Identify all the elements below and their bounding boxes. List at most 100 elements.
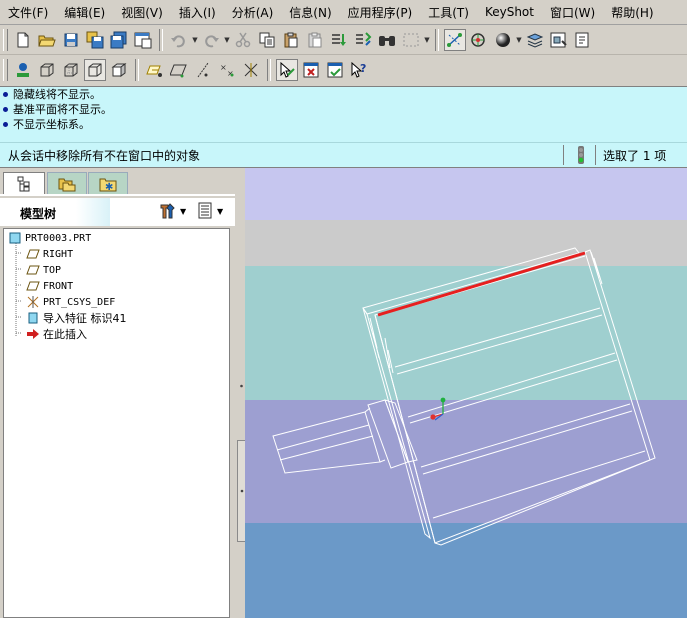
repaint-icon[interactable]: [12, 59, 34, 81]
status-bar: 从会话中移除所有不在窗口中的对象 选取了 1 项: [0, 142, 687, 168]
select-dropdown-icon[interactable]: ▼: [423, 29, 431, 51]
message-line: 基准平面将不显示。: [0, 102, 687, 117]
hidden-line-cube-icon[interactable]: [60, 59, 82, 81]
layers-icon[interactable]: [524, 29, 546, 51]
insert-arrow-icon: [26, 327, 40, 341]
spin-center-icon[interactable]: [468, 29, 490, 51]
datum-axes-icon[interactable]: [168, 59, 190, 81]
svg-text:×: ×: [220, 63, 227, 72]
menu-analysis[interactable]: 分析(A): [224, 4, 282, 21]
paste-special-icon[interactable]: [304, 29, 326, 51]
shading-dropdown-icon[interactable]: ▼: [515, 29, 523, 51]
model-tree: PRT0003.PRT RIGHT TOP FRONT PRT_CSYS_DEF…: [3, 228, 230, 618]
menu-keyshot[interactable]: KeyShot: [477, 5, 542, 19]
tree-item-csys[interactable]: PRT_CSYS_DEF: [26, 294, 115, 310]
bullet-icon: [3, 92, 8, 97]
paste-icon[interactable]: [280, 29, 302, 51]
toolbar-main: ▼ ▼ ▼ ▼: [0, 25, 687, 55]
message-text: 不显示坐标系。: [13, 118, 90, 131]
accept-window-icon[interactable]: [324, 59, 346, 81]
redo-icon[interactable]: [200, 29, 222, 51]
tree-item-insert-here[interactable]: 在此插入: [26, 326, 87, 342]
tab-model-tree[interactable]: [3, 172, 45, 195]
context-help-icon[interactable]: ?: [348, 59, 370, 81]
toolbar-grip[interactable]: [3, 28, 8, 51]
menu-insert[interactable]: 插入(I): [171, 4, 224, 21]
panel-splitter[interactable]: [235, 168, 245, 618]
menu-help[interactable]: 帮助(H): [603, 4, 661, 21]
chevron-down-icon: ▼: [217, 206, 224, 216]
select-box-icon[interactable]: [400, 29, 422, 51]
close-window-icon[interactable]: [300, 59, 322, 81]
tools-icon: [160, 203, 175, 219]
part-icon: [8, 231, 22, 245]
svg-text:✱: ✱: [105, 182, 113, 192]
menu-edit[interactable]: 编辑(E): [56, 4, 113, 21]
tree-item-front[interactable]: FRONT: [26, 278, 73, 294]
save-copy-icon[interactable]: [84, 29, 106, 51]
regen-manager-icon[interactable]: [352, 29, 374, 51]
wireframe-cube-icon[interactable]: [36, 59, 58, 81]
selection-count[interactable]: 选取了 1 项: [603, 147, 666, 164]
save-icon[interactable]: [60, 29, 82, 51]
tree-item-top[interactable]: TOP: [26, 262, 61, 278]
undo-dropdown-icon[interactable]: ▼: [191, 29, 199, 51]
tree-settings-button[interactable]: ▼: [158, 202, 186, 220]
toolbar-separator: [159, 28, 163, 51]
menu-view[interactable]: 视图(V): [113, 4, 171, 21]
undo-icon[interactable]: [168, 29, 190, 51]
traffic-light-icon: [575, 145, 587, 168]
appearance-icon[interactable]: [572, 29, 594, 51]
model-tree-header: 模型树 ▼ ▼: [0, 198, 240, 226]
datum-points-icon[interactable]: [192, 59, 214, 81]
tree-item-label: FRONT: [43, 280, 74, 292]
csys-triad: [430, 397, 446, 421]
shaded-cube-icon[interactable]: [108, 59, 130, 81]
regenerate-icon[interactable]: [328, 29, 350, 51]
status-message: 从会话中移除所有不在窗口中的对象: [8, 149, 201, 163]
tree-item-import-feature[interactable]: 导入特征 标识41: [26, 310, 127, 326]
cut-icon[interactable]: [232, 29, 254, 51]
favorites-folder-icon: ✱: [99, 178, 117, 192]
splitter-grip[interactable]: [240, 380, 243, 390]
new-file-icon[interactable]: [12, 29, 34, 51]
redo-dropdown-icon[interactable]: ▼: [223, 29, 231, 51]
tree-item-part[interactable]: PRT0003.PRT: [8, 230, 91, 246]
no-hidden-cube-icon[interactable]: [84, 58, 106, 81]
copy-icon[interactable]: [256, 29, 278, 51]
tab-folder-browser[interactable]: [47, 172, 87, 196]
model-tree-icon: [17, 176, 30, 192]
svg-text:×: ×: [227, 69, 234, 78]
datum-planes-icon[interactable]: [144, 59, 166, 81]
toolbar-separator: [435, 28, 439, 51]
tree-item-label: PRT0003.PRT: [25, 232, 92, 244]
shading-sphere-icon[interactable]: [492, 29, 514, 51]
datum-plane-icon: [26, 247, 40, 261]
select-pointer-icon[interactable]: [276, 58, 298, 81]
model-tree-title: 模型树: [20, 207, 57, 221]
csys-icon[interactable]: × ×: [216, 59, 238, 81]
csys-display-icon[interactable]: [240, 59, 262, 81]
menu-info[interactable]: 信息(N): [281, 4, 339, 21]
list-view-icon: [198, 202, 212, 219]
menu-window[interactable]: 窗口(W): [542, 4, 603, 21]
open-folder-icon[interactable]: [36, 29, 58, 51]
graphics-window[interactable]: [245, 168, 687, 618]
backup-icon[interactable]: [108, 29, 130, 51]
window-icon[interactable]: [132, 29, 154, 51]
navigator-tabs: ✱: [0, 168, 240, 196]
toolbar-grip[interactable]: [3, 58, 8, 81]
tree-item-right[interactable]: RIGHT: [26, 246, 73, 262]
tab-favorites[interactable]: ✱: [88, 172, 128, 196]
menu-tools[interactable]: 工具(T): [420, 4, 477, 21]
tree-item-label: RIGHT: [43, 248, 74, 260]
view-manager-icon[interactable]: [548, 29, 570, 51]
svg-text:?: ?: [360, 62, 366, 75]
menu-applications[interactable]: 应用程序(P): [340, 4, 421, 21]
tree-show-button[interactable]: ▼: [197, 202, 223, 220]
axis-display-icon[interactable]: [444, 28, 466, 51]
find-icon[interactable]: [376, 29, 398, 51]
menu-bar: 文件(F) 编辑(E) 视图(V) 插入(I) 分析(A) 信息(N) 应用程序…: [0, 0, 687, 25]
part-model-wireframe: [272, 247, 656, 546]
menu-file[interactable]: 文件(F): [0, 4, 56, 21]
